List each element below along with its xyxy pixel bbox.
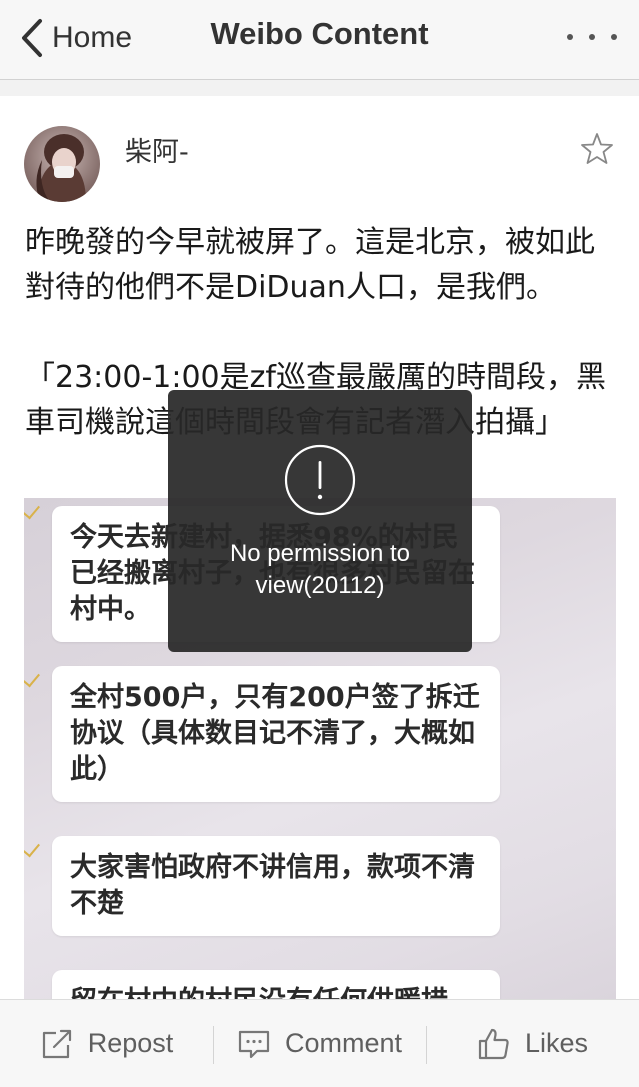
repost-button[interactable]: Repost (0, 1000, 213, 1087)
tick-mark (24, 838, 40, 858)
chevron-left-icon (22, 19, 42, 57)
comment-button[interactable]: Comment (213, 1000, 426, 1087)
exclamation-circle-icon (284, 444, 356, 516)
chat-bubble: 全村500户，只有200户签了拆迁协议（具体数目记不清了，大概如此） (52, 666, 500, 802)
navigation-bar: Home Weibo Content (0, 0, 639, 80)
tick-mark (24, 500, 40, 520)
more-dots-icon (589, 34, 595, 40)
comment-label: Comment (284, 1028, 403, 1058)
chat-bubble: 大家害怕政府不讲信用，款项不清不楚 (52, 836, 500, 936)
author-name[interactable]: 柴阿- (125, 130, 189, 169)
avatar-image (24, 126, 100, 202)
repost-label: Repost (87, 1028, 174, 1058)
back-button[interactable]: Home (20, 16, 132, 60)
error-toast: No permission to view(20112) (168, 390, 472, 652)
more-dots-icon (611, 34, 617, 40)
more-options-button[interactable] (567, 22, 617, 52)
likes-label: Likes (524, 1028, 589, 1058)
more-dots-icon (567, 34, 573, 40)
likes-button[interactable]: Likes (426, 1000, 639, 1087)
back-label: Home (52, 21, 133, 54)
star-outline-icon[interactable] (580, 132, 614, 166)
chat-bubble: 留在村中的村民没有任何供暖措 (52, 970, 500, 999)
toast-message: No permission to view(20112) (229, 540, 411, 599)
bottom-toolbar: Repost Comment Likes (0, 999, 639, 1087)
avatar[interactable] (24, 126, 100, 202)
tick-mark (24, 668, 40, 688)
thumbs-up-icon (478, 1028, 509, 1059)
repost-icon (42, 1029, 71, 1058)
comment-icon (238, 1030, 270, 1058)
